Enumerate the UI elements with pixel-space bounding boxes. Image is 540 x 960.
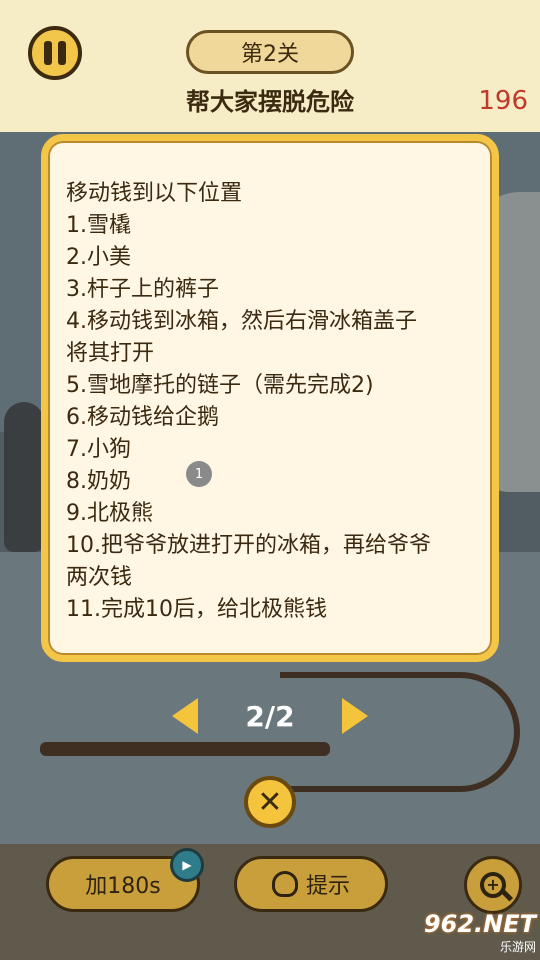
pause-icon [44,41,52,65]
hint-line: 3.杆子上的裤子 [66,277,219,302]
pause-button[interactable] [28,26,82,80]
hint-line: 2.小美 [66,245,131,270]
hint-title: 移动钱到以下位置 [66,181,243,206]
hint-line: 6.移动钱给企鹅 [66,405,219,430]
close-button[interactable]: ✕ [244,776,296,828]
countdown-timer: 196 [478,86,528,116]
penguin-figure [4,402,44,552]
hint-line: 两次钱 [66,565,133,590]
hint-line: 1.雪橇 [66,213,131,238]
hint-line: 9.北极熊 [66,501,153,526]
watermark-logo: 962.NET [423,909,536,938]
watermark-site: 乐游网 [499,939,536,954]
close-icon: ✕ [257,784,283,820]
hint-line: 将其打开 [66,341,155,366]
pause-icon-bar [58,41,66,65]
hint-line: 5.雪地摩托的链子（需先完成2) [66,373,374,398]
hint-label: 提示 [305,874,350,899]
page-indicator: 2/2 [245,700,295,733]
video-ad-icon: ▶ [170,848,204,882]
level-label: 第2关 [186,30,354,74]
site-watermark: 962.NET 乐游网 [400,908,536,956]
hint-panel: 移动钱到以下位置 1.雪橇 2.小美 3.杆子上的裤子 4.移动钱到冰箱，然后右… [41,134,499,662]
hint-button[interactable]: 提示 [234,856,388,912]
level-subtitle: 帮大家摆脱危险 [186,88,354,116]
next-page-arrow-icon[interactable] [342,698,368,734]
page-badge: 1 [186,461,212,487]
hint-line: 4.移动钱到冰箱，然后右滑冰箱盖子 [66,309,417,334]
lightbulb-icon [271,871,298,897]
sled-base [40,742,330,756]
hint-line: 7.小狗 [66,437,131,462]
hint-line: 11.完成10后，给北极熊钱 [66,597,327,622]
hint-line: 10.把爷爷放进打开的冰箱，再给爷爷 [66,533,431,558]
zoom-handle [500,889,514,902]
prev-page-arrow-icon[interactable] [172,698,198,734]
hint-line: 8.奶奶 [66,469,131,494]
add-time-label: 加180s [85,874,161,899]
zoom-button[interactable]: + [464,856,522,914]
